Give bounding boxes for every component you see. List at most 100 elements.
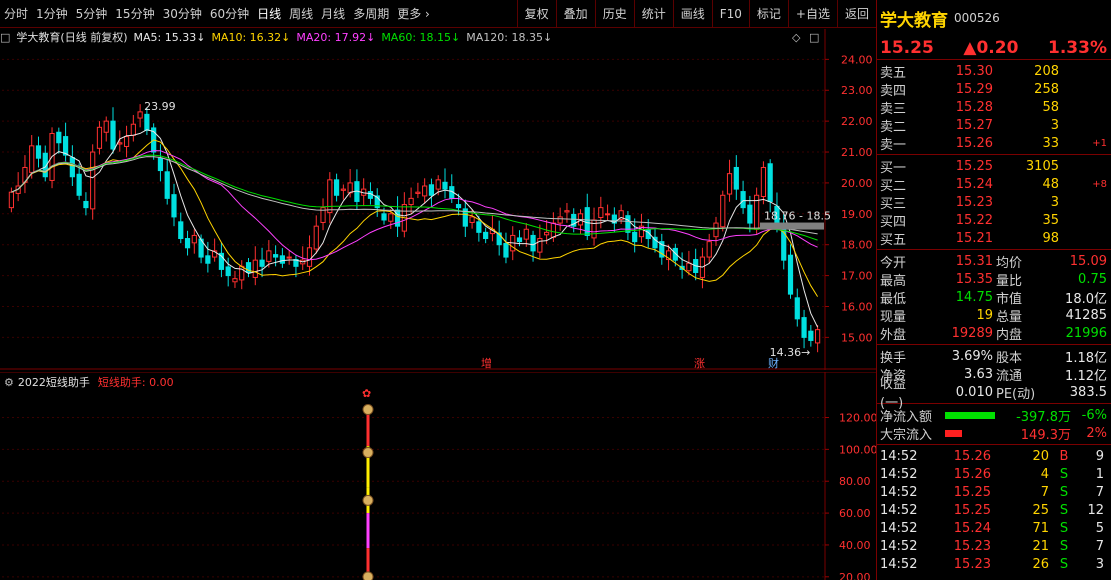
candle-body xyxy=(164,171,170,199)
function-button[interactable]: 历史 xyxy=(594,0,634,28)
chart-expand-icon[interactable]: □ xyxy=(0,31,10,44)
candle-body xyxy=(550,222,556,238)
period-button[interactable]: 15分钟 xyxy=(111,0,158,28)
tick-direction: S xyxy=(1059,466,1069,482)
tick-row[interactable]: 14:52 15.24 71 S 5 xyxy=(877,519,1111,537)
order-book-row[interactable]: 卖五 15.30 208 xyxy=(877,62,1111,81)
event-marker[interactable]: 财 xyxy=(768,356,779,370)
candle-body xyxy=(144,113,150,131)
order-price: 15.29 xyxy=(955,81,993,97)
tick-count: 7 xyxy=(1095,538,1104,554)
function-button[interactable]: 统计 xyxy=(633,0,673,28)
period-button[interactable]: 多周期 xyxy=(349,0,393,28)
event-marker[interactable]: 涨 xyxy=(694,357,705,370)
candle-body xyxy=(516,237,523,243)
function-button[interactable]: F10 xyxy=(711,0,749,28)
candle-body xyxy=(483,231,489,240)
function-button[interactable]: +自选 xyxy=(787,0,837,28)
order-book-row[interactable]: 卖四 15.29 258 xyxy=(877,80,1111,99)
candle-body xyxy=(184,238,191,249)
tick-row[interactable]: 14:52 15.25 7 S 7 xyxy=(877,483,1111,501)
indicator-settings-icon[interactable]: ⚙ xyxy=(4,376,14,389)
stat-label: 总量 xyxy=(996,309,1023,325)
stat-label: PE(动) xyxy=(996,386,1036,402)
order-book-row[interactable]: 买一 15.25 3105 xyxy=(877,157,1111,176)
candle-body xyxy=(706,241,712,258)
candle-body xyxy=(557,216,563,224)
fund-flow-pct: 2% xyxy=(1086,425,1107,441)
period-button[interactable]: 5分钟 xyxy=(72,0,112,28)
order-book-row[interactable]: 卖二 15.27 3 xyxy=(877,116,1111,135)
y-tick-label: 18.00 xyxy=(841,239,873,252)
period-button[interactable]: 月线 xyxy=(317,0,349,28)
money-bag-icon xyxy=(362,404,374,416)
tick-list[interactable]: 14:52 15.26 20 B 9 14:52 15.26 4 S 1 14:52 15.25 7 S 7… xyxy=(877,447,1111,573)
order-level-label: 买一 xyxy=(880,160,907,176)
candle-body xyxy=(760,166,767,198)
stat-value: 14.75 xyxy=(955,289,993,305)
ma-legend: MA20: 17.92↓ xyxy=(296,30,376,44)
candle-body xyxy=(787,254,794,295)
stock-quote: 15.25 ▲0.20 1.33% xyxy=(877,36,1111,60)
candle-body xyxy=(313,225,319,250)
order-book-row[interactable]: 卖三 15.28 58 xyxy=(877,98,1111,117)
candle-body xyxy=(306,247,313,267)
period-button[interactable]: 日线 xyxy=(253,0,285,28)
tick-row[interactable]: 14:52 15.23 21 S 7 xyxy=(877,537,1111,555)
order-volume: 98 xyxy=(1042,230,1059,246)
order-book-row[interactable]: 卖一 15.26 33 +1 xyxy=(877,134,1111,153)
period-button[interactable]: 更多 › xyxy=(393,0,434,28)
function-button[interactable]: 复权 xyxy=(516,0,556,28)
order-book-row[interactable]: 买三 15.23 3 xyxy=(877,193,1111,212)
order-price: 15.28 xyxy=(955,99,993,115)
candle-body xyxy=(76,173,82,196)
stats-table: 今开 15.31 均价 15.09 最高 15.35 量比 0.75 最低 14.75 市值 18.0… xyxy=(877,252,1111,343)
candle-body xyxy=(625,215,631,233)
order-book-row[interactable]: 买二 15.24 48 +8 xyxy=(877,175,1111,194)
stat-row: 收益(一) 0.010 PE(动) 383.5 xyxy=(877,377,1111,411)
function-button[interactable]: 叠加 xyxy=(555,0,595,28)
period-button[interactable]: 1分钟 xyxy=(32,0,72,28)
ma-line xyxy=(11,150,818,261)
candle-body xyxy=(503,242,509,258)
candle-body xyxy=(476,221,482,233)
bid-book: 买一 15.25 3105 买二 15.24 48 +8 买三 15.23 3 买四 15.22 35 买… xyxy=(877,157,1111,248)
tick-row[interactable]: 14:52 15.26 20 B 9 xyxy=(877,447,1111,465)
function-button[interactable]: 标记 xyxy=(748,0,788,28)
order-book-row[interactable]: 买五 15.21 98 xyxy=(877,229,1111,248)
tick-row[interactable]: 14:52 15.26 4 S 1 xyxy=(877,465,1111,483)
period-button[interactable]: 周线 xyxy=(285,0,317,28)
tick-row[interactable]: 14:52 15.23 26 S 3 xyxy=(877,555,1111,573)
event-marker[interactable]: 增 xyxy=(481,356,492,370)
tick-count: 3 xyxy=(1095,556,1104,572)
period-button[interactable]: 分时 xyxy=(0,0,32,28)
stat-value: 0.75 xyxy=(1078,271,1107,287)
candle-body xyxy=(591,219,597,239)
money-bag-icon xyxy=(362,571,374,580)
order-change: +1 xyxy=(1092,137,1107,149)
tick-row[interactable]: 14:52 15.25 25 S 12 xyxy=(877,501,1111,519)
period-buttons: 分时 1分钟 5分钟 15分钟 30分钟 60分钟 日线 周线 月线 多周期 更多 › xyxy=(0,0,434,28)
butterfly-icon: ✿ xyxy=(362,387,371,400)
candle-body xyxy=(117,142,123,145)
period-button[interactable]: 30分钟 xyxy=(159,0,206,28)
function-button[interactable]: 返回 xyxy=(836,0,876,28)
indicator-chart[interactable]: 20.00 40.00 60.00 80.00 100.00 120.00 ✿ xyxy=(0,372,876,580)
order-book-row[interactable]: 买四 15.22 35 xyxy=(877,211,1111,230)
candle-body xyxy=(35,145,42,159)
period-button[interactable]: 60分钟 xyxy=(206,0,253,28)
tick-price: 15.26 xyxy=(953,448,991,464)
stat-label: 今开 xyxy=(880,255,907,271)
order-level-label: 买三 xyxy=(880,196,907,212)
y-tick-label: 15.00 xyxy=(841,331,873,344)
range-label: 18.76 - 18.5 xyxy=(764,210,831,223)
stock-name: 学大教育 xyxy=(880,10,948,31)
tick-volume: 26 xyxy=(1032,556,1049,572)
money-bag-icon xyxy=(362,447,374,459)
stat-value: 15.35 xyxy=(955,271,993,287)
candle-body xyxy=(733,166,739,190)
stat-value: 21996 xyxy=(1065,325,1107,341)
function-button[interactable]: 画线 xyxy=(672,0,712,28)
kline-chart[interactable]: 15.00 16.00 17.00 18.00 19.00 20.00 21.00 22.00… xyxy=(0,29,876,370)
candle-body xyxy=(178,221,184,240)
